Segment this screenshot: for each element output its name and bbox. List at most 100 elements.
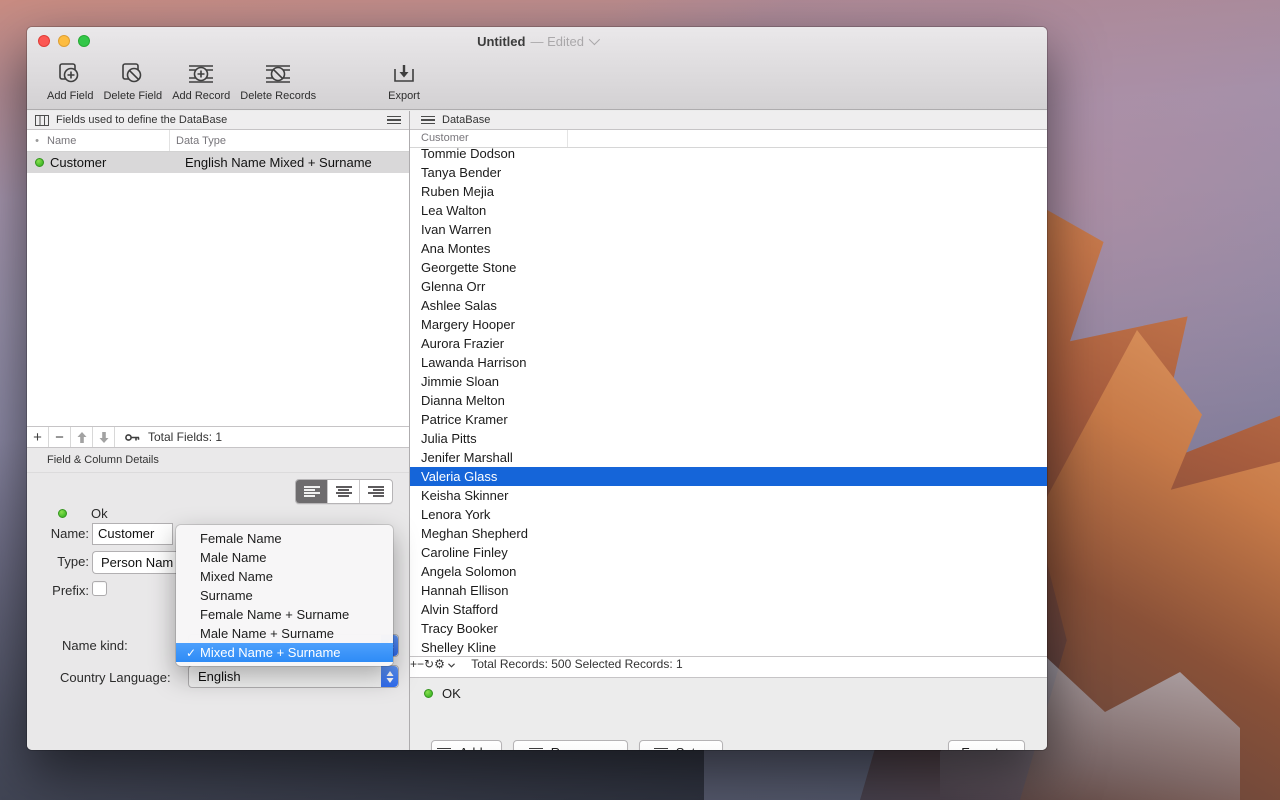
- dropdown-menu-item[interactable]: ✓Mixed Name + Surname: [176, 643, 393, 662]
- fields-control-bar: + − Total Fields: 1: [27, 426, 409, 448]
- records-control-bar: + − ↻ ⚙ Total Records: 500 Selected Reco…: [410, 656, 1047, 678]
- remove-records-dialog-button[interactable]: Remove…: [513, 740, 628, 750]
- field-details-panel: Ok Name: Customer Type: Person Nam Prefi…: [27, 473, 409, 750]
- titlebar[interactable]: Untitled — Edited: [27, 27, 1047, 55]
- record-list-item[interactable]: Ashlee Salas: [410, 296, 1047, 315]
- delete-records-icon: [261, 59, 295, 89]
- field-type-cell: English Name Mixed + Surname: [179, 155, 372, 170]
- add-records-dialog-button[interactable]: Add…: [431, 740, 502, 750]
- records-status-row: OK: [424, 686, 461, 701]
- records-actions-button[interactable]: ⚙: [434, 657, 455, 677]
- dropdown-menu-item[interactable]: Surname: [176, 586, 393, 605]
- add-record-row-button[interactable]: +: [410, 657, 417, 677]
- record-list-item[interactable]: Jenifer Marshall: [410, 448, 1047, 467]
- title-chevron-icon[interactable]: [589, 34, 600, 45]
- window-title-text: Untitled: [477, 34, 525, 49]
- datatype-column-header[interactable]: Data Type: [170, 135, 226, 147]
- record-list-item[interactable]: Dianna Melton: [410, 391, 1047, 410]
- align-right-segment[interactable]: [360, 480, 392, 503]
- record-list-item[interactable]: Alvin Stafford: [410, 600, 1047, 619]
- record-list-item[interactable]: Margery Hooper: [410, 315, 1047, 334]
- record-list-item[interactable]: Ivan Warren: [410, 220, 1047, 239]
- export-label: Export: [388, 90, 420, 102]
- country-language-value: English: [189, 669, 381, 684]
- add-record-button[interactable]: Add Record: [172, 59, 230, 102]
- popup-chevrons-icon: [381, 666, 398, 687]
- prefix-checkbox[interactable]: [92, 581, 107, 596]
- fields-table-header: • Name Data Type: [27, 130, 409, 152]
- record-list-item[interactable]: Keisha Skinner: [410, 486, 1047, 505]
- move-field-down-button[interactable]: [93, 427, 115, 447]
- record-list-item[interactable]: Jimmie Sloan: [410, 372, 1047, 391]
- record-list-item[interactable]: Valeria Glass: [410, 467, 1047, 486]
- record-list-item[interactable]: Lea Walton: [410, 201, 1047, 220]
- customer-column-header[interactable]: Customer: [410, 130, 568, 147]
- refresh-records-button[interactable]: ↻: [424, 657, 434, 677]
- field-ok-dot-icon: [58, 509, 67, 518]
- record-list-item[interactable]: Tracy Booker: [410, 619, 1047, 638]
- name-input[interactable]: Customer: [92, 523, 173, 545]
- record-list-item[interactable]: Meghan Shepherd: [410, 524, 1047, 543]
- record-list-item[interactable]: Georgette Stone: [410, 258, 1047, 277]
- fields-pane: Fields used to define the DataBase • Nam…: [27, 111, 409, 750]
- align-left-icon: [304, 484, 320, 498]
- name-kind-dropdown-menu: Female NameMale NameMixed NameSurnameFem…: [176, 525, 393, 666]
- dropdown-menu-item[interactable]: Female Name: [176, 529, 393, 548]
- align-left-segment[interactable]: [296, 480, 328, 503]
- refresh-icon: ↻: [424, 657, 434, 671]
- list-icon: [654, 746, 668, 750]
- record-list-item[interactable]: Tommie Dodson: [410, 148, 1047, 163]
- toolbar: Add Field Delete Field Add Record Delete…: [27, 55, 1047, 110]
- records-column-header: Customer: [410, 130, 1047, 148]
- record-list-item[interactable]: Shelley Kline: [410, 638, 1047, 656]
- export-button[interactable]: Export: [388, 59, 420, 102]
- field-table-row[interactable]: Customer English Name Mixed + Surname: [27, 152, 409, 173]
- record-list-item[interactable]: Ana Montes: [410, 239, 1047, 258]
- remove-field-row-button[interactable]: −: [49, 427, 71, 447]
- dropdown-menu-item[interactable]: Female Name + Surname: [176, 605, 393, 624]
- delete-records-label: Delete Records: [240, 90, 316, 102]
- set-records-dialog-button[interactable]: Set…: [639, 740, 723, 750]
- record-list-item[interactable]: Aurora Frazier: [410, 334, 1047, 353]
- move-field-up-button[interactable]: [71, 427, 93, 447]
- database-menu-icon[interactable]: [421, 114, 435, 127]
- record-list-item[interactable]: Patrice Kramer: [410, 410, 1047, 429]
- add-field-button[interactable]: Add Field: [47, 59, 93, 102]
- export-records-button[interactable]: Export…: [948, 740, 1025, 750]
- database-pane-footer: OK Add… Remove… Set…: [410, 678, 1047, 750]
- database-pane-header: DataBase: [410, 111, 1047, 130]
- add-field-row-button[interactable]: +: [27, 427, 49, 447]
- dropdown-menu-item[interactable]: Mixed Name: [176, 567, 393, 586]
- record-list-item[interactable]: Caroline Finley: [410, 543, 1047, 562]
- record-list-item[interactable]: Hannah Ellison: [410, 581, 1047, 600]
- delete-records-button[interactable]: Delete Records: [240, 59, 316, 102]
- record-list-item[interactable]: Lenora York: [410, 505, 1047, 524]
- window-chrome: Untitled — Edited Add Field Delete Field: [27, 27, 1047, 110]
- name-kind-label: Name kind:: [62, 638, 128, 653]
- type-popup[interactable]: Person Nam: [92, 551, 177, 574]
- add-record-label: Add Record: [172, 90, 230, 102]
- dropdown-menu-item[interactable]: Male Name + Surname: [176, 624, 393, 643]
- country-language-popup[interactable]: English: [188, 665, 399, 688]
- add-record-icon: [184, 59, 218, 89]
- chevron-down-icon: [448, 663, 455, 668]
- window-title: Untitled — Edited: [27, 27, 1047, 55]
- fields-table-empty-area: [27, 173, 409, 426]
- selected-records-label: Selected Records: 1: [575, 657, 683, 671]
- delete-field-button[interactable]: Delete Field: [103, 59, 162, 102]
- record-list-item[interactable]: Tanya Bender: [410, 163, 1047, 182]
- remove-record-row-button[interactable]: −: [417, 657, 424, 677]
- field-name-cell: Customer: [50, 155, 179, 170]
- prefix-field-label: Prefix:: [29, 583, 89, 598]
- record-list-item[interactable]: Angela Solomon: [410, 562, 1047, 581]
- name-column-header[interactable]: Name: [47, 130, 170, 151]
- record-list-item[interactable]: Glenna Orr: [410, 277, 1047, 296]
- records-list-viewport[interactable]: Tommie DodsonTanya BenderRuben MejiaLea …: [410, 148, 1047, 656]
- dropdown-menu-item[interactable]: Male Name: [176, 548, 393, 567]
- record-list-item[interactable]: Ruben Mejia: [410, 182, 1047, 201]
- align-center-segment[interactable]: [328, 480, 360, 503]
- fields-menu-icon[interactable]: [387, 114, 401, 127]
- record-list-item[interactable]: Lawanda Harrison: [410, 353, 1047, 372]
- window-content: Fields used to define the DataBase • Nam…: [27, 111, 1047, 750]
- record-list-item[interactable]: Julia Pitts: [410, 429, 1047, 448]
